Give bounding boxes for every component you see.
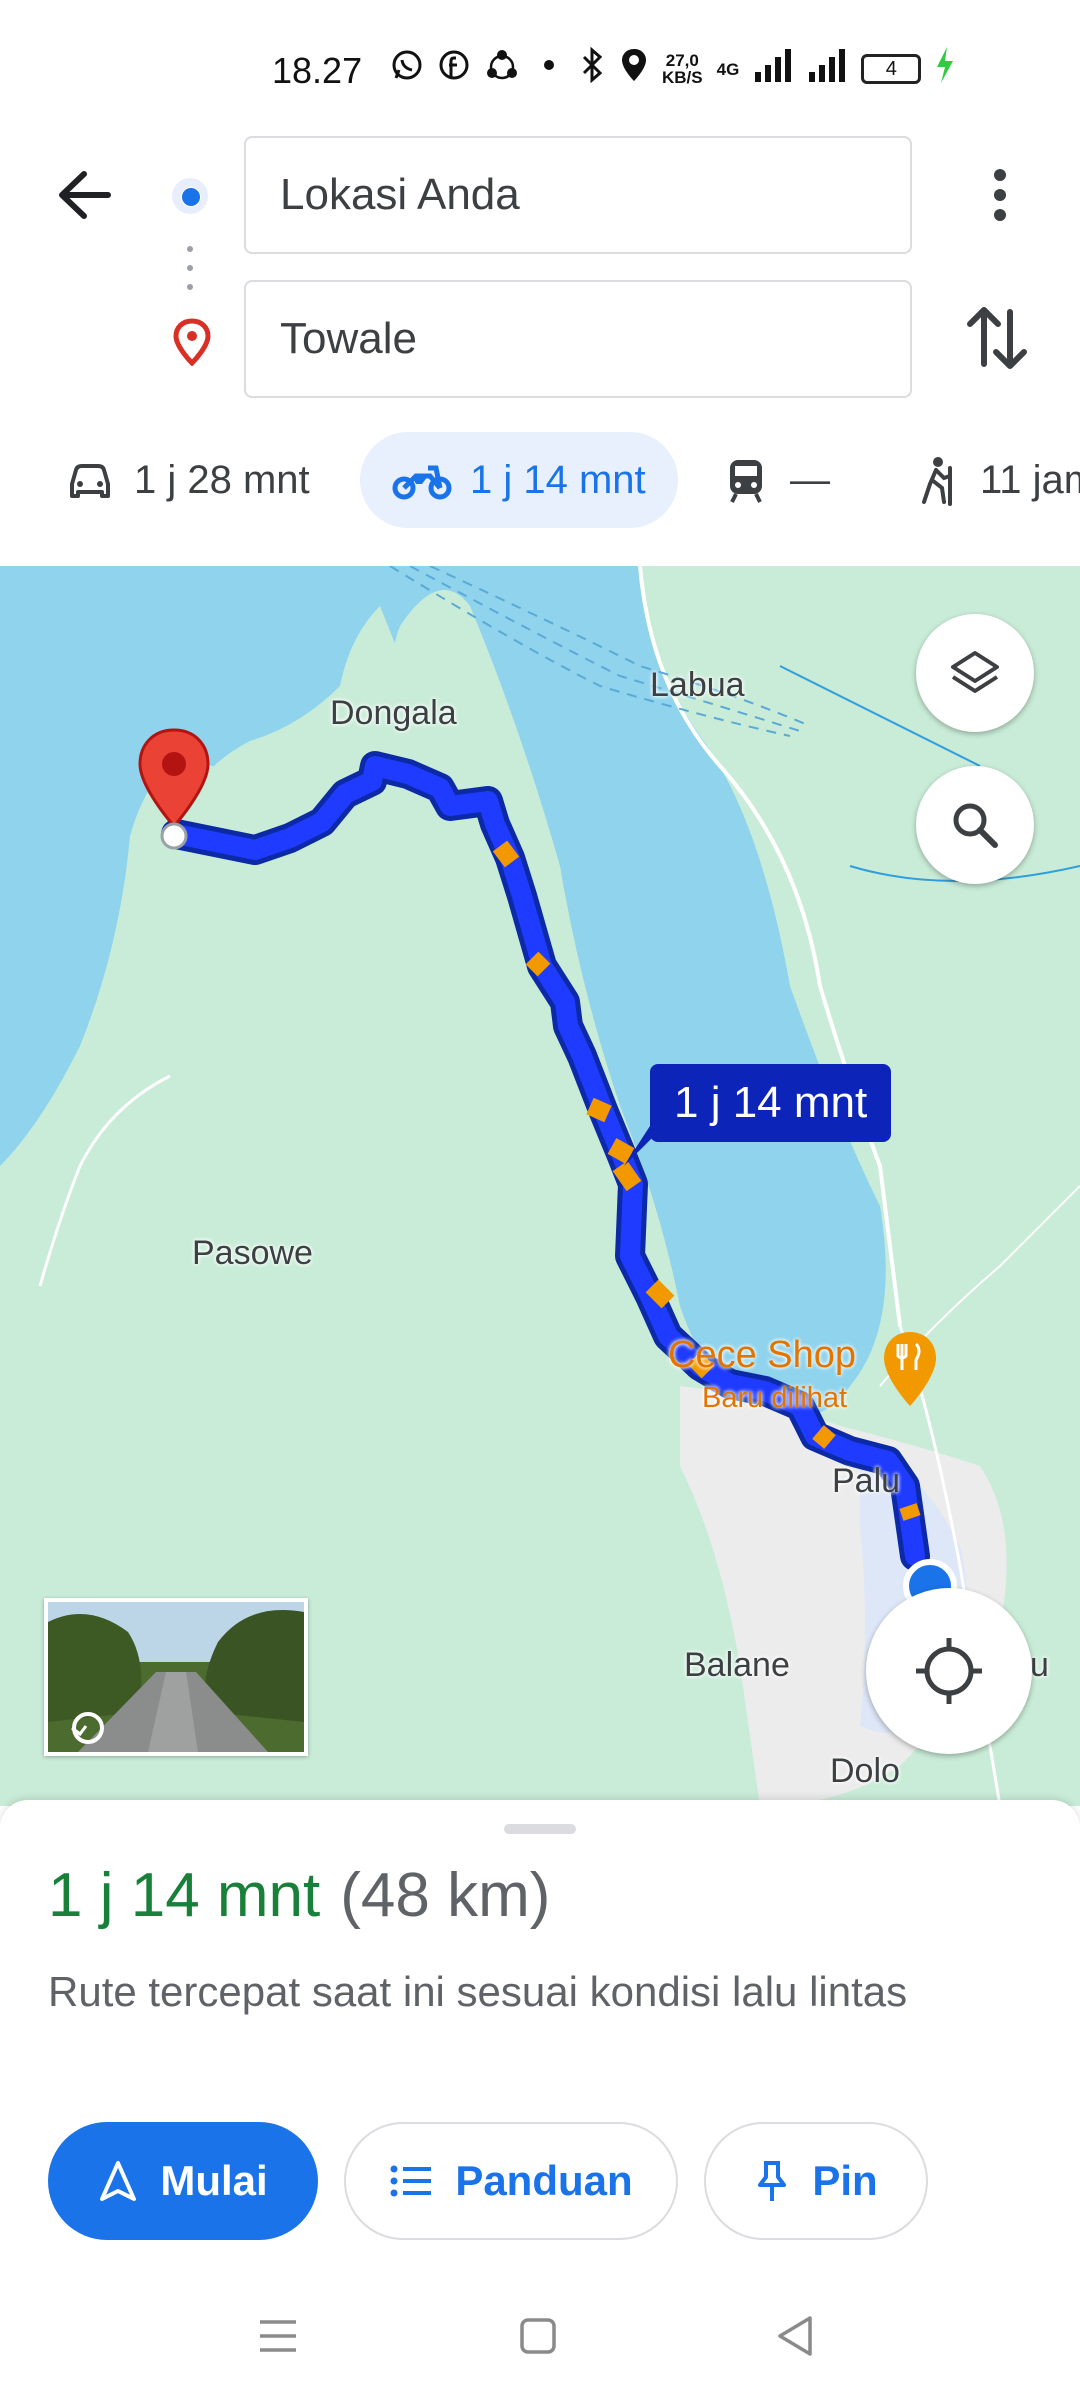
restaurant-pin-icon[interactable] [880, 1330, 940, 1410]
travel-mode-tabs: 1 j 28 mnt 1 j 14 mnt — 11 jam [0, 432, 1080, 532]
net-speed-unit: KB/S [662, 68, 703, 87]
tab-walking[interactable]: 11 jam [910, 432, 1080, 528]
navigation-arrow-icon [100, 2161, 137, 2201]
battery-icon: 4 [861, 54, 922, 84]
tab-walking-label: 11 jam [980, 457, 1080, 502]
search-along-route-button[interactable] [916, 766, 1034, 884]
train-icon [730, 460, 762, 503]
route-bubble-pointer [624, 1126, 664, 1166]
whatsapp-icon [390, 48, 424, 90]
route-duration: 1 j 14 mnt [48, 1861, 321, 1930]
network-type: 4G [716, 59, 740, 79]
search-icon [953, 803, 998, 848]
battery-level: 4 [885, 57, 897, 80]
dot-icon [534, 50, 564, 88]
arrow-back-icon [59, 171, 111, 219]
status-bar: 18.27 27,0 KB/S 4G 4 [0, 0, 1080, 130]
net-speed: 27,0 KB/S [662, 52, 703, 86]
back-button[interactable] [50, 160, 120, 230]
destination-pin-icon [173, 318, 211, 366]
map-label-labua: Labua [650, 666, 745, 704]
origin-dot-icon [172, 178, 208, 214]
tab-motorcycle-label: 1 j 14 mnt [470, 457, 646, 502]
facebook-icon [438, 49, 470, 89]
map-label-dongala: Dongala [330, 694, 457, 732]
tab-transit-label: — [790, 457, 830, 502]
list-icon [390, 2165, 432, 2197]
route-summary: 1 j 14 mnt (48 km) [48, 1860, 550, 1931]
map-label-balane: Balane [684, 1646, 790, 1684]
sync-icon [484, 47, 520, 91]
steps-button[interactable]: Panduan [344, 2122, 678, 2240]
route-distance: (48 km) [340, 1861, 551, 1930]
destination-marker-icon[interactable] [134, 726, 214, 850]
signal-2-icon [807, 48, 847, 90]
location-icon [620, 47, 648, 91]
tab-transit[interactable]: — [720, 432, 830, 528]
steps-button-label: Panduan [455, 2157, 633, 2204]
start-button-label: Mulai [160, 2157, 268, 2204]
tab-car-label: 1 j 28 mnt [134, 457, 310, 502]
layers-icon [951, 651, 999, 693]
map-label-partial: u [1030, 1646, 1049, 1684]
layers-button[interactable] [916, 614, 1034, 732]
status-time: 18.27 [272, 50, 363, 91]
status-icons: 27,0 KB/S 4G 4 [390, 44, 955, 94]
route-description: Rute tercepat saat ini sesuai kondisi la… [48, 1968, 908, 2015]
home-nav-button[interactable] [512, 2310, 564, 2362]
crosshair-icon [916, 1638, 982, 1704]
motorcycle-icon [392, 465, 452, 500]
bluetooth-icon [578, 46, 606, 91]
more-vert-icon [994, 169, 1006, 221]
route-duration-bubble[interactable]: 1 j 14 mnt [650, 1064, 892, 1142]
map-view[interactable]: Labua Dongala Pasowe Palu Balane Dolo u … [0, 566, 1080, 1806]
map-label-dolo: Dolo [830, 1752, 900, 1790]
map-label-palu: Palu [832, 1462, 901, 1500]
destination-input[interactable]: Towale [244, 280, 912, 398]
car-icon [70, 464, 110, 498]
connector-dots-icon [187, 246, 193, 290]
start-button[interactable]: Mulai [48, 2122, 318, 2240]
tab-motorcycle[interactable]: 1 j 14 mnt [360, 432, 678, 528]
pin-icon [758, 2161, 787, 2201]
origin-input[interactable]: Lokasi Anda [244, 136, 912, 254]
street-view-image [48, 1602, 304, 1752]
poi-subtitle: Baru dilihat [702, 1382, 848, 1414]
hiking-icon [922, 457, 952, 506]
my-location-button[interactable] [866, 1588, 1032, 1754]
poi-name[interactable]: Cece Shop [668, 1334, 856, 1377]
menu-nav-button[interactable] [252, 2310, 304, 2362]
swap-button[interactable] [962, 300, 1032, 376]
map-label-pasowe: Pasowe [192, 1234, 313, 1272]
pin-button-label: Pin [812, 2157, 878, 2204]
signal-icon [753, 48, 793, 90]
drag-handle[interactable] [504, 1824, 576, 1834]
street-view-thumbnail[interactable] [44, 1598, 308, 1756]
tab-car[interactable]: 1 j 28 mnt [64, 432, 310, 528]
pin-button[interactable]: Pin [704, 2122, 928, 2240]
more-options-button[interactable] [975, 160, 1025, 230]
back-nav-button[interactable] [770, 2310, 822, 2362]
swap-vert-icon [967, 307, 1027, 369]
charging-icon [935, 47, 955, 91]
